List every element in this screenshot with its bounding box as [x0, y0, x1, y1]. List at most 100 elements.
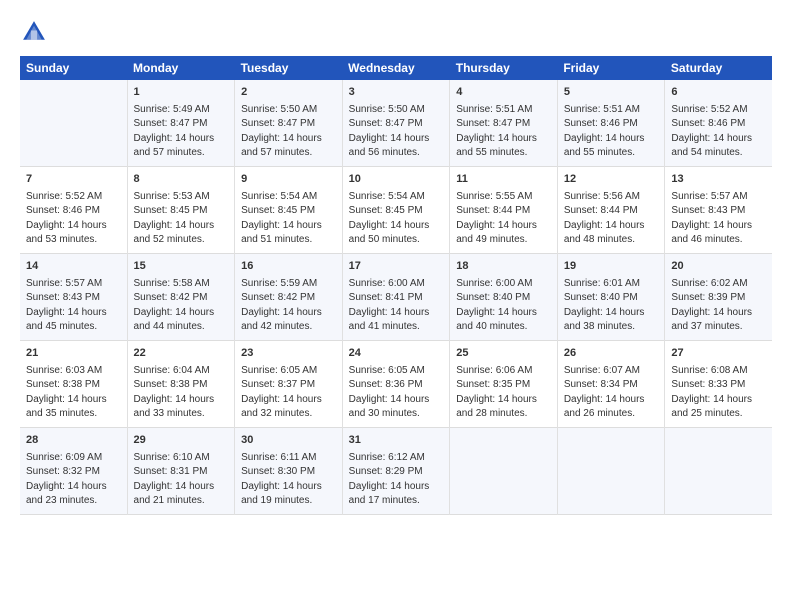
- day-of-week-header: Tuesday: [235, 56, 343, 80]
- cell-content: 30Sunrise: 6:11 AMSunset: 8:30 PMDayligh…: [241, 433, 336, 509]
- day-info-line: and 57 minutes.: [134, 147, 205, 158]
- cell-content: 18Sunrise: 6:00 AMSunset: 8:40 PMDayligh…: [456, 259, 551, 335]
- calendar-week-row: 28Sunrise: 6:09 AMSunset: 8:32 PMDayligh…: [20, 427, 772, 514]
- day-info-line: Daylight: 14 hours: [241, 133, 322, 144]
- day-info-line: and 41 minutes.: [349, 321, 420, 332]
- day-info-line: Sunrise: 5:52 AM: [26, 191, 102, 202]
- cell-content: 29Sunrise: 6:10 AMSunset: 8:31 PMDayligh…: [134, 433, 229, 509]
- day-info-line: and 28 minutes.: [456, 408, 527, 419]
- day-info-line: and 55 minutes.: [564, 147, 635, 158]
- day-info-line: and 48 minutes.: [564, 234, 635, 245]
- calendar-cell: 29Sunrise: 6:10 AMSunset: 8:31 PMDayligh…: [127, 427, 235, 514]
- calendar-cell: [20, 80, 127, 166]
- day-info-line: Daylight: 14 hours: [564, 220, 645, 231]
- day-number: 25: [456, 346, 551, 362]
- day-number: 26: [564, 346, 659, 362]
- day-number: 10: [349, 172, 444, 188]
- day-number: 11: [456, 172, 551, 188]
- day-number: 16: [241, 259, 336, 275]
- day-info-line: Sunrise: 5:51 AM: [456, 104, 532, 115]
- cell-content: 13Sunrise: 5:57 AMSunset: 8:43 PMDayligh…: [671, 172, 766, 248]
- cell-content: 20Sunrise: 6:02 AMSunset: 8:39 PMDayligh…: [671, 259, 766, 335]
- day-info-line: Daylight: 14 hours: [671, 307, 752, 318]
- day-info-line: Daylight: 14 hours: [564, 394, 645, 405]
- calendar-cell: 28Sunrise: 6:09 AMSunset: 8:32 PMDayligh…: [20, 427, 127, 514]
- day-info-line: and 57 minutes.: [241, 147, 312, 158]
- day-number: 18: [456, 259, 551, 275]
- day-info-line: and 26 minutes.: [564, 408, 635, 419]
- cell-content: 6Sunrise: 5:52 AMSunset: 8:46 PMDaylight…: [671, 85, 766, 161]
- day-info-line: Sunset: 8:32 PM: [26, 466, 100, 477]
- cell-content: 23Sunrise: 6:05 AMSunset: 8:37 PMDayligh…: [241, 346, 336, 422]
- day-info-line: Sunset: 8:42 PM: [134, 292, 208, 303]
- calendar-cell: 8Sunrise: 5:53 AMSunset: 8:45 PMDaylight…: [127, 166, 235, 253]
- calendar-cell: 31Sunrise: 6:12 AMSunset: 8:29 PMDayligh…: [342, 427, 450, 514]
- cell-content: 9Sunrise: 5:54 AMSunset: 8:45 PMDaylight…: [241, 172, 336, 248]
- day-info-line: Sunrise: 5:50 AM: [349, 104, 425, 115]
- day-info-line: and 46 minutes.: [671, 234, 742, 245]
- day-info-line: Sunset: 8:33 PM: [671, 379, 745, 390]
- cell-content: 8Sunrise: 5:53 AMSunset: 8:45 PMDaylight…: [134, 172, 229, 248]
- calendar-week-row: 21Sunrise: 6:03 AMSunset: 8:38 PMDayligh…: [20, 340, 772, 427]
- calendar-cell: 7Sunrise: 5:52 AMSunset: 8:46 PMDaylight…: [20, 166, 127, 253]
- calendar-cell: [665, 427, 772, 514]
- cell-content: 4Sunrise: 5:51 AMSunset: 8:47 PMDaylight…: [456, 85, 551, 161]
- day-info-line: Daylight: 14 hours: [456, 307, 537, 318]
- day-info-line: and 35 minutes.: [26, 408, 97, 419]
- day-info-line: Sunrise: 5:55 AM: [456, 191, 532, 202]
- cell-content: 21Sunrise: 6:03 AMSunset: 8:38 PMDayligh…: [26, 346, 121, 422]
- day-info-line: Sunrise: 6:04 AM: [134, 365, 210, 376]
- calendar-week-row: 14Sunrise: 5:57 AMSunset: 8:43 PMDayligh…: [20, 253, 772, 340]
- cell-content: 3Sunrise: 5:50 AMSunset: 8:47 PMDaylight…: [349, 85, 444, 161]
- day-info-line: Sunrise: 6:07 AM: [564, 365, 640, 376]
- day-info-line: Daylight: 14 hours: [241, 481, 322, 492]
- day-info-line: Sunset: 8:46 PM: [26, 205, 100, 216]
- calendar-cell: 4Sunrise: 5:51 AMSunset: 8:47 PMDaylight…: [450, 80, 558, 166]
- cell-content: 22Sunrise: 6:04 AMSunset: 8:38 PMDayligh…: [134, 346, 229, 422]
- day-info-line: and 19 minutes.: [241, 495, 312, 506]
- calendar-body: 1Sunrise: 5:49 AMSunset: 8:47 PMDaylight…: [20, 80, 772, 514]
- calendar-cell: 22Sunrise: 6:04 AMSunset: 8:38 PMDayligh…: [127, 340, 235, 427]
- cell-content: 11Sunrise: 5:55 AMSunset: 8:44 PMDayligh…: [456, 172, 551, 248]
- day-info-line: Sunset: 8:36 PM: [349, 379, 423, 390]
- day-info-line: Daylight: 14 hours: [241, 307, 322, 318]
- day-info-line: Sunset: 8:46 PM: [671, 118, 745, 129]
- cell-content: 2Sunrise: 5:50 AMSunset: 8:47 PMDaylight…: [241, 85, 336, 161]
- day-info-line: and 50 minutes.: [349, 234, 420, 245]
- cell-content: 31Sunrise: 6:12 AMSunset: 8:29 PMDayligh…: [349, 433, 444, 509]
- day-number: 21: [26, 346, 121, 362]
- day-info-line: Daylight: 14 hours: [349, 133, 430, 144]
- day-info-line: and 44 minutes.: [134, 321, 205, 332]
- day-info-line: Daylight: 14 hours: [671, 220, 752, 231]
- day-info-line: Sunset: 8:38 PM: [26, 379, 100, 390]
- day-number: 1: [134, 85, 229, 101]
- day-number: 7: [26, 172, 121, 188]
- cell-content: 14Sunrise: 5:57 AMSunset: 8:43 PMDayligh…: [26, 259, 121, 335]
- day-info-line: Sunrise: 5:51 AM: [564, 104, 640, 115]
- empty-cell: [26, 85, 121, 157]
- day-number: 19: [564, 259, 659, 275]
- calendar-cell: 16Sunrise: 5:59 AMSunset: 8:42 PMDayligh…: [235, 253, 343, 340]
- day-info-line: and 32 minutes.: [241, 408, 312, 419]
- day-info-line: Daylight: 14 hours: [456, 133, 537, 144]
- day-number: 5: [564, 85, 659, 101]
- cell-content: 26Sunrise: 6:07 AMSunset: 8:34 PMDayligh…: [564, 346, 659, 422]
- day-info-line: and 45 minutes.: [26, 321, 97, 332]
- day-info-line: Daylight: 14 hours: [564, 307, 645, 318]
- cell-content: 1Sunrise: 5:49 AMSunset: 8:47 PMDaylight…: [134, 85, 229, 161]
- calendar-cell: 18Sunrise: 6:00 AMSunset: 8:40 PMDayligh…: [450, 253, 558, 340]
- calendar-cell: 15Sunrise: 5:58 AMSunset: 8:42 PMDayligh…: [127, 253, 235, 340]
- day-info-line: Sunrise: 5:53 AM: [134, 191, 210, 202]
- day-of-week-header: Thursday: [450, 56, 558, 80]
- day-info-line: and 55 minutes.: [456, 147, 527, 158]
- day-info-line: Sunset: 8:35 PM: [456, 379, 530, 390]
- day-info-line: Sunset: 8:47 PM: [241, 118, 315, 129]
- day-info-line: Daylight: 14 hours: [349, 220, 430, 231]
- day-info-line: Sunrise: 5:52 AM: [671, 104, 747, 115]
- day-info-line: and 51 minutes.: [241, 234, 312, 245]
- day-info-line: and 30 minutes.: [349, 408, 420, 419]
- calendar-cell: 27Sunrise: 6:08 AMSunset: 8:33 PMDayligh…: [665, 340, 772, 427]
- day-info-line: Sunrise: 6:05 AM: [241, 365, 317, 376]
- logo-icon: [20, 18, 48, 46]
- cell-content: 15Sunrise: 5:58 AMSunset: 8:42 PMDayligh…: [134, 259, 229, 335]
